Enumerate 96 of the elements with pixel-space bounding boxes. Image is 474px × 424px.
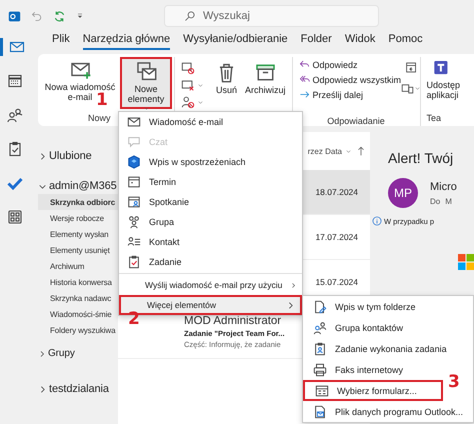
clipboard-person-icon	[313, 342, 327, 356]
people-icon	[313, 320, 327, 334]
sort-dropdown[interactable]: rzez Data	[308, 146, 352, 156]
clipboard-check-icon	[127, 255, 141, 269]
printer-icon	[313, 362, 327, 376]
folder-item[interactable]: Elementy usunięt	[38, 242, 118, 258]
ribbon-tab[interactable]: Widok	[344, 32, 376, 48]
people-icon	[127, 215, 141, 229]
account-header[interactable]: admin@M365	[38, 180, 118, 192]
folder-item[interactable]: Historia konwersa	[38, 274, 118, 290]
archive-box-icon	[254, 62, 276, 83]
caret-icon	[142, 105, 150, 112]
envelope-x-icon	[181, 78, 195, 92]
annotation-number: 3	[448, 374, 460, 391]
message-date: 17.07.2024	[315, 232, 358, 242]
cleanup-button[interactable]	[181, 78, 204, 92]
caret-icon	[197, 98, 204, 106]
menu-item[interactable]: Kontakt	[119, 232, 302, 252]
message-date: 18.07.2024	[315, 187, 358, 197]
envelope-blocked-icon	[181, 61, 195, 75]
mail-icon	[8, 39, 24, 55]
forward-button[interactable]: Prześlij dalej	[298, 87, 364, 102]
menu-item[interactable]: Wpis w spostrzeżeniach	[119, 152, 302, 172]
apps-grid-icon	[7, 209, 23, 225]
ribbon-tab[interactable]: Narzędzia główne	[82, 32, 170, 50]
undo-icon	[31, 10, 43, 22]
ribbon-tab[interactable]: Plik	[52, 32, 70, 48]
caret-icon	[197, 82, 204, 88]
group-label: Nowy	[88, 113, 111, 123]
caret-icon	[414, 85, 422, 92]
menu-item[interactable]: Grupa	[119, 212, 302, 232]
search-icon	[184, 10, 196, 22]
cube-icon	[127, 155, 141, 169]
folder-item[interactable]: Wersje robocze	[38, 210, 118, 226]
form-icon	[315, 384, 329, 398]
folder-item[interactable]: Foldery wyszukiwa	[38, 322, 118, 338]
menu-item[interactable]: Termin	[119, 172, 302, 192]
search-field[interactable]: Wyszukaj	[164, 5, 379, 27]
to-label: Do	[430, 196, 440, 206]
avatar: MP	[388, 178, 418, 208]
dropdown-icon	[76, 12, 84, 20]
envelope-icon	[127, 115, 141, 129]
menu-item[interactable]: Wiadomość e-mail	[119, 112, 302, 132]
teams-share-button[interactable]: Udostęp aplikacji	[426, 57, 460, 100]
folder-item[interactable]: Wiadomości-śmie	[38, 306, 118, 322]
message-date: 15.07.2024	[315, 277, 358, 287]
folder-item[interactable]: Archiwum	[38, 258, 118, 274]
folder-item[interactable]: Skrzynka odbiorc	[38, 194, 118, 210]
message-sender: MOD Administrator	[184, 314, 282, 326]
junk-button[interactable]	[181, 95, 204, 109]
sync-icon	[53, 10, 66, 22]
chevron-right-icon	[38, 350, 46, 358]
chevron-right-icon	[290, 280, 297, 290]
folder-group-header[interactable]: Ulubione	[38, 150, 118, 162]
annotation-number: 1	[96, 92, 108, 109]
clipboard-check-icon	[7, 141, 23, 157]
menu-item[interactable]: Plik danych programu Outlook...	[303, 401, 473, 422]
data-file-icon	[313, 404, 327, 418]
calendar-icon	[7, 73, 23, 89]
group-label: Tea	[426, 113, 442, 123]
ribbon-tab[interactable]: Folder	[300, 32, 332, 48]
menu-item[interactable]: Spotkanie	[119, 192, 302, 212]
reply-all-button[interactable]: Odpowiedz wszystkim	[298, 72, 402, 87]
people-icon	[7, 107, 23, 123]
forward-arrow-icon	[298, 89, 310, 100]
sort-arrow-icon	[356, 146, 366, 156]
document-pen-icon	[313, 300, 327, 314]
chat-bubble-icon	[127, 135, 141, 149]
account-header[interactable]: testdzialania	[38, 383, 118, 395]
devices-icon	[401, 82, 414, 95]
sender-name: Micro	[430, 180, 457, 192]
ribbon-tab[interactable]: Pomoc	[388, 32, 423, 48]
folder-item[interactable]: Elementy wysłan	[38, 226, 118, 242]
four-squares-logo-icon	[458, 254, 474, 270]
reply-button[interactable]: Odpowiedz	[298, 57, 358, 72]
folder-item[interactable]: Skrzynka nadawc	[38, 290, 118, 306]
group-label: Odpowiadanie	[326, 116, 386, 126]
caret-icon	[345, 148, 352, 154]
calendar-icon	[127, 175, 141, 189]
info-icon	[372, 216, 382, 226]
recipient: M	[445, 196, 452, 206]
submenu-item[interactable]: Więcej elementów	[119, 295, 302, 315]
stacked-envelopes-icon	[136, 61, 156, 82]
menu-item[interactable]: Wybierz formularz...	[303, 380, 443, 401]
person-blocked-icon	[181, 95, 195, 109]
menu-item[interactable]: Zadanie	[119, 252, 302, 272]
email-subject: Alert! Twój	[388, 150, 454, 166]
ribbon-tab[interactable]: Wysyłanie/odbieranie	[183, 32, 288, 48]
outlook-logo-icon	[8, 10, 21, 22]
checkmark-icon	[7, 175, 23, 191]
meeting-reply-button[interactable]	[404, 61, 418, 74]
calendar-person-icon	[127, 195, 141, 209]
submenu-item[interactable]: Wyślij wiadomość e-mail przy użyciu	[119, 275, 302, 295]
more-respond-button[interactable]	[401, 82, 422, 95]
new-items-button[interactable]: Nowe elementy	[120, 57, 172, 109]
folder-group-header[interactable]: Grupy	[38, 348, 118, 359]
